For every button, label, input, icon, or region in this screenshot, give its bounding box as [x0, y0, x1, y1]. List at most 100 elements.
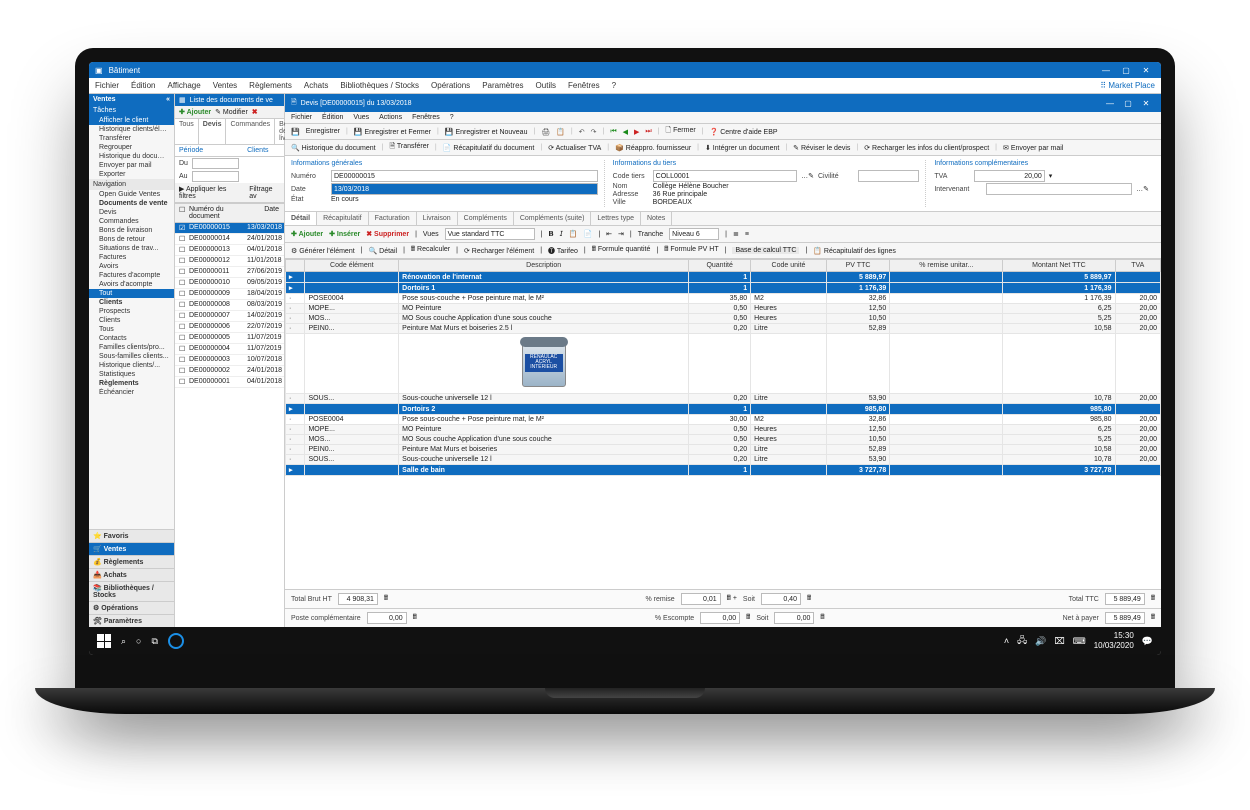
date-from-input[interactable] [192, 158, 239, 169]
devis-menu-item[interactable]: Actions [379, 114, 402, 121]
add-button[interactable]: ✚ Ajouter [179, 108, 211, 116]
nav-client-item[interactable]: Sous-familles clients... [89, 352, 174, 361]
volume-icon[interactable]: 🔊 [1035, 636, 1046, 647]
nav-item[interactable]: Transférer [89, 134, 174, 143]
task-view-icon[interactable]: ⧉ [151, 636, 157, 647]
maximize-button[interactable]: ▢ [1117, 64, 1135, 76]
dropdown-icon[interactable]: ▾ [1049, 172, 1053, 180]
nav-doc-item[interactable]: Factures d'acompte [89, 271, 174, 280]
menu-item[interactable]: Outils [536, 81, 556, 90]
doc-row[interactable]: ☐DE0000001424/01/2018 [175, 234, 284, 245]
nav-client-item[interactable]: Contacts [89, 334, 174, 343]
subtab-notes[interactable]: Notes [641, 212, 672, 225]
nav-section[interactable]: 📥 Achats [89, 568, 174, 581]
nav-section[interactable]: ⚙ Opérations [89, 601, 174, 614]
doc-row[interactable]: ☑DE0000001513/03/2018 [175, 223, 284, 234]
nav-client-item[interactable]: Statistiques [89, 370, 174, 379]
devis-menu-item[interactable]: ? [450, 114, 454, 121]
save-close-button[interactable]: 💾 Enregistrer et Fermer [354, 128, 431, 136]
menu-item[interactable]: Édition [131, 81, 155, 90]
clipboard-icon[interactable]: 📋 [556, 128, 565, 136]
doc-row[interactable]: ☐DE0000000918/04/2019 [175, 289, 284, 300]
detail-button[interactable]: 🔍 Détail [368, 247, 397, 255]
niveau-select[interactable]: Niveau 6 [669, 228, 719, 240]
col-header[interactable]: % remise unitar... [890, 260, 1003, 272]
doc-row[interactable]: ☐DE0000001009/05/2019 [175, 278, 284, 289]
nav-section[interactable]: ⭐ Favoris [89, 529, 174, 542]
recalc-button[interactable]: 🖩 Recalculer [411, 245, 450, 256]
menu-item[interactable]: Bibliothèques / Stocks [340, 81, 419, 90]
help-button[interactable]: ❓ Centre d'aide EBP [710, 128, 778, 136]
nav-section[interactable]: 📚 Bibliothèques / Stocks [89, 581, 174, 601]
doc-row[interactable]: ☐DE0000000622/07/2019 [175, 322, 284, 333]
line-row[interactable]: · PEIN0... Peinture Mat Murs et boiserie… [286, 445, 1161, 455]
menu-item[interactable]: Fichier [95, 81, 119, 90]
bold-icon[interactable]: 𝗕 [548, 230, 553, 238]
transfer-button[interactable]: 🗎 Transférer [389, 142, 428, 153]
nav-item[interactable]: Exporter [89, 170, 174, 179]
menu-item[interactable]: Fenêtres [568, 81, 600, 90]
col-header[interactable]: Montant Net TTC [1003, 260, 1115, 272]
menu-item[interactable]: Opérations [431, 81, 470, 90]
line-row[interactable]: · MOS... MO Sous couche Application d'un… [286, 435, 1161, 445]
base-calcul-button[interactable]: Base de calcul TTC [732, 247, 799, 254]
line-row[interactable]: RENAULACACRYL INTÉRIEUR [286, 334, 1161, 394]
col-header[interactable]: Code élément [305, 260, 399, 272]
expand-all-icon[interactable]: ≣ [733, 230, 739, 238]
edge-icon[interactable] [168, 633, 184, 649]
doc-row[interactable]: ☐DE0000000808/03/2019 [175, 300, 284, 311]
menu-item[interactable]: Ventes [213, 81, 237, 90]
nav-tout[interactable]: Tout [89, 289, 174, 298]
reload-client-button[interactable]: ⟳ Recharger les infos du client/prospect [864, 144, 989, 152]
nav-section[interactable]: 💰 Règlements [89, 555, 174, 568]
nav-doc-item[interactable]: Bons de retour [89, 235, 174, 244]
nav-section[interactable]: 🛒 Ventes [89, 542, 174, 555]
vue-select[interactable]: Vue standard TTC [445, 228, 535, 240]
nav-open-guide[interactable]: Open Guide Ventes [89, 190, 174, 199]
save-button[interactable]: Enregistrer [306, 128, 340, 135]
apply-filters-button[interactable]: ▶ Appliquer les filtres [179, 185, 241, 200]
clock[interactable]: 15:3010/03/2020 [1094, 631, 1134, 651]
nav-doc-item[interactable]: Bons de livraison [89, 226, 174, 235]
devis-menu-item[interactable]: Fichier [291, 114, 312, 121]
subtab-compl[interactable]: Compléments [458, 212, 514, 225]
subtab-compl2[interactable]: Compléments (suite) [514, 212, 592, 225]
collapse-all-icon[interactable]: ≡ [745, 231, 749, 238]
devis-max-button[interactable]: ▢ [1119, 97, 1137, 109]
recap-button[interactable]: 📄 Récapitulatif du document [443, 144, 535, 152]
tab-commandes[interactable]: Commandes [226, 119, 275, 144]
nav-item[interactable]: Historique clients/élém... [89, 125, 174, 134]
line-row[interactable]: ▸ Dortoirs 1 1 1 176,39 1 176,39 [286, 283, 1161, 294]
nav-section[interactable]: 🛠 Paramètres [89, 614, 174, 627]
nav-doc-item[interactable]: Devis [89, 208, 174, 217]
doc-row[interactable]: ☐DE0000000714/02/2019 [175, 311, 284, 322]
formula-qty-button[interactable]: 🖩 Formule quantité [592, 245, 651, 256]
civilite-input[interactable] [858, 170, 919, 182]
remise-input[interactable]: 0,01 [681, 593, 721, 605]
tray-up-icon[interactable]: ˄ [1004, 636, 1009, 646]
undo-icon[interactable]: ↶ [579, 128, 585, 136]
nav-doc-item[interactable]: Factures [89, 253, 174, 262]
tarifeo-button[interactable]: 🅣 Tarifeo [548, 246, 578, 256]
col-header[interactable]: PV TTC [826, 260, 889, 272]
history-button[interactable]: 🔍 Historique du document [291, 144, 376, 152]
devis-close-button[interactable]: ✕ [1137, 97, 1155, 109]
devis-menu-item[interactable]: Fenêtres [412, 114, 440, 121]
search-icon[interactable]: ⌕ [121, 636, 126, 647]
print-icon[interactable]: 🖨 [541, 128, 550, 136]
line-row[interactable]: · PEIN0... Peinture Mat Murs et boiserie… [286, 324, 1161, 334]
marketplace-link[interactable]: ⠿ Market Place [1100, 81, 1155, 90]
nav-prev-icon[interactable]: ◀ [623, 128, 628, 136]
doc-row[interactable]: ☐DE0000000310/07/2018 [175, 355, 284, 366]
close-devis-button[interactable]: 🗋 Fermer [666, 126, 696, 137]
nav-client-item[interactable]: Familles clients/pro... [89, 343, 174, 352]
subtab-detail[interactable]: Détail [285, 212, 317, 225]
date-to-input[interactable] [192, 171, 240, 182]
edit-button[interactable]: ✎ Modifier [215, 108, 248, 116]
devis-min-button[interactable]: — [1101, 97, 1119, 109]
integrate-button[interactable]: ⬇ Intégrer un document [705, 144, 779, 152]
tab-devis[interactable]: Devis [199, 119, 227, 144]
close-button[interactable]: ✕ [1137, 64, 1155, 76]
nav-client-item[interactable]: Tous [89, 325, 174, 334]
reappro-button[interactable]: 📦 Réappro. fournisseur [615, 144, 691, 152]
